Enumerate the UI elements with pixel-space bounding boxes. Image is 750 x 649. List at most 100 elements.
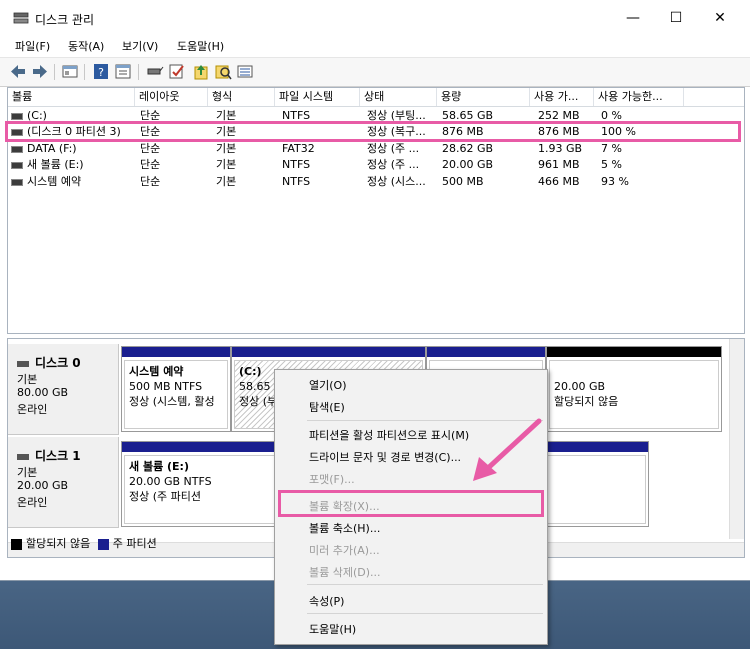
menu-file[interactable]: 파일(F): [15, 38, 50, 54]
disk-type: 기본: [17, 466, 38, 479]
volume-status: 정상 (주 ...: [367, 158, 420, 171]
highlight-box-extend-volume: [278, 490, 544, 517]
forward-icon[interactable]: [31, 63, 49, 80]
legend-primary: 주 파티션: [112, 537, 157, 550]
column-header-type[interactable]: 형식: [208, 88, 275, 106]
volume-icon: [11, 161, 23, 169]
menu-item-open[interactable]: 열기(O): [309, 377, 346, 393]
window-title: 디스크 관리: [35, 13, 95, 27]
volume-type: 기본: [216, 175, 237, 188]
help-icon[interactable]: ?: [92, 63, 110, 80]
partition-unallocated[interactable]: 20.00 GB 할당되지 않음: [546, 346, 722, 432]
volume-list-header: 볼륨 레이아웃 형식 파일 시스템 상태 용량 사용 가... 사용 가능한..…: [8, 88, 744, 107]
legend: 할당되지 않음 주 파티션: [7, 534, 267, 554]
disk-size: 20.00 GB: [17, 479, 69, 492]
disk-name: 디스크 0: [35, 356, 81, 370]
volume-type: 기본: [216, 158, 237, 171]
highlight-box-volume-row: [5, 121, 741, 142]
volume-icon: [11, 112, 23, 120]
volume-free-space: 961 MB: [538, 158, 580, 171]
close-button[interactable]: ✕: [705, 6, 735, 30]
primary-partition-swatch: [97, 538, 109, 550]
check-icon[interactable]: [168, 63, 186, 80]
volume-row[interactable]: 시스템 예약 단순 기본 NTFS 정상 (시스... 500 MB 466 M…: [8, 174, 744, 190]
disk-0-label[interactable]: 디스크 0 기본 80.00 GB 온라인: [8, 344, 119, 435]
volume-capacity: 20.00 GB: [442, 158, 494, 171]
legend-unallocated: 할당되지 않음: [26, 537, 91, 550]
menu-bar: 파일(F) 동작(A) 보기(V) 도움말(H): [0, 36, 750, 56]
column-header-layout[interactable]: 레이아웃: [135, 88, 208, 106]
volume-layout: 단순: [140, 158, 161, 171]
volume-capacity: 500 MB: [442, 175, 484, 188]
partition-status: 정상 (시스템, 활성: [129, 395, 215, 408]
menu-item-mark-active[interactable]: 파티션을 활성 파티션으로 표시(M): [309, 427, 469, 443]
column-header-status[interactable]: 상태: [360, 88, 437, 106]
volume-name: 시스템 예약: [27, 175, 82, 188]
volume-percent-free: 7 %: [601, 142, 622, 155]
menu-action[interactable]: 동작(A): [68, 38, 104, 54]
disk-type: 기본: [17, 373, 38, 386]
column-header-percent-free[interactable]: 사용 가능한...: [594, 88, 684, 106]
disk-management-icon: [13, 12, 29, 24]
partition-system-reserved[interactable]: 시스템 예약 500 MB NTFS 정상 (시스템, 활성: [121, 346, 231, 432]
column-header-free-space[interactable]: 사용 가...: [530, 88, 594, 106]
connect-icon[interactable]: [146, 63, 164, 80]
toolbar: ?: [0, 57, 750, 87]
menu-help[interactable]: 도움말(H): [177, 38, 224, 54]
volume-free-space: 466 MB: [538, 175, 580, 188]
list-icon[interactable]: [236, 63, 254, 80]
menu-item-properties[interactable]: 속성(P): [309, 593, 344, 609]
menu-item-add-mirror: 미러 추가(A)...: [309, 544, 380, 557]
volume-type: 기본: [216, 142, 237, 155]
volume-filesystem: FAT32: [282, 142, 315, 155]
disk-status: 온라인: [17, 403, 48, 416]
volume-percent-free: 93 %: [601, 175, 629, 188]
partition-info: 500 MB NTFS: [129, 380, 203, 393]
disk-size: 80.00 GB: [17, 386, 69, 399]
column-header-volume[interactable]: 볼륨: [8, 88, 135, 106]
disk-1-label[interactable]: 디스크 1 기본 20.00 GB 온라인: [8, 437, 119, 528]
volume-filesystem: NTFS: [282, 175, 311, 188]
volume-status: 정상 (주 ...: [367, 142, 420, 155]
menu-item-format: 포맷(F)...: [309, 473, 355, 486]
menu-item-change-drive-letter[interactable]: 드라이브 문자 및 경로 변경(C)...: [309, 449, 461, 465]
vertical-scrollbar[interactable]: [729, 339, 744, 539]
volume-row[interactable]: DATA (F:) 단순 기본 FAT32 정상 (주 ... 28.62 GB…: [8, 141, 744, 157]
maximize-button[interactable]: ☐: [661, 6, 691, 30]
menu-item-shrink-volume[interactable]: 볼륨 축소(H)...: [309, 520, 380, 536]
menu-item-delete-volume: 볼륨 삭제(D)...: [309, 566, 381, 579]
partition-info: 20.00 GB: [554, 380, 606, 393]
menu-view[interactable]: 보기(V): [122, 38, 158, 54]
partition-status: 할당되지 않음: [554, 395, 619, 408]
volume-layout: 단순: [140, 175, 161, 188]
volume-name: 새 볼륨 (E:): [27, 158, 84, 171]
volume-filesystem: NTFS: [282, 158, 311, 171]
column-header-capacity[interactable]: 용량: [437, 88, 530, 106]
search-icon[interactable]: [214, 63, 232, 80]
volume-name: DATA (F:): [27, 142, 77, 155]
menu-item-help[interactable]: 도움말(H): [309, 621, 356, 637]
pointer-arrow-icon: [473, 418, 542, 481]
back-icon[interactable]: [9, 63, 27, 80]
volume-status: 정상 (시스...: [367, 175, 426, 188]
disk-icon: [17, 360, 29, 367]
properties-icon[interactable]: [114, 63, 132, 80]
volume-icon: [11, 145, 23, 153]
svg-text:?: ?: [98, 66, 104, 79]
up-icon[interactable]: [192, 63, 210, 80]
volume-free-space: 1.93 GB: [538, 142, 583, 155]
title-bar: 디스크 관리 — ☐ ✕: [0, 0, 750, 36]
partition-title: 시스템 예약: [129, 365, 184, 378]
console-icon[interactable]: [61, 63, 79, 80]
volume-row[interactable]: 새 볼륨 (E:) 단순 기본 NTFS 정상 (주 ... 20.00 GB …: [8, 157, 744, 173]
disk-name: 디스크 1: [35, 449, 81, 463]
minimize-button[interactable]: —: [618, 6, 648, 30]
volume-percent-free: 5 %: [601, 158, 622, 171]
disk-icon: [17, 453, 29, 460]
volume-capacity: 28.62 GB: [442, 142, 494, 155]
disk-status: 온라인: [17, 496, 48, 509]
volume-icon: [11, 178, 23, 186]
column-header-filesystem[interactable]: 파일 시스템: [275, 88, 360, 106]
menu-item-explore[interactable]: 탐색(E): [309, 399, 345, 415]
unallocated-swatch: [11, 538, 22, 550]
